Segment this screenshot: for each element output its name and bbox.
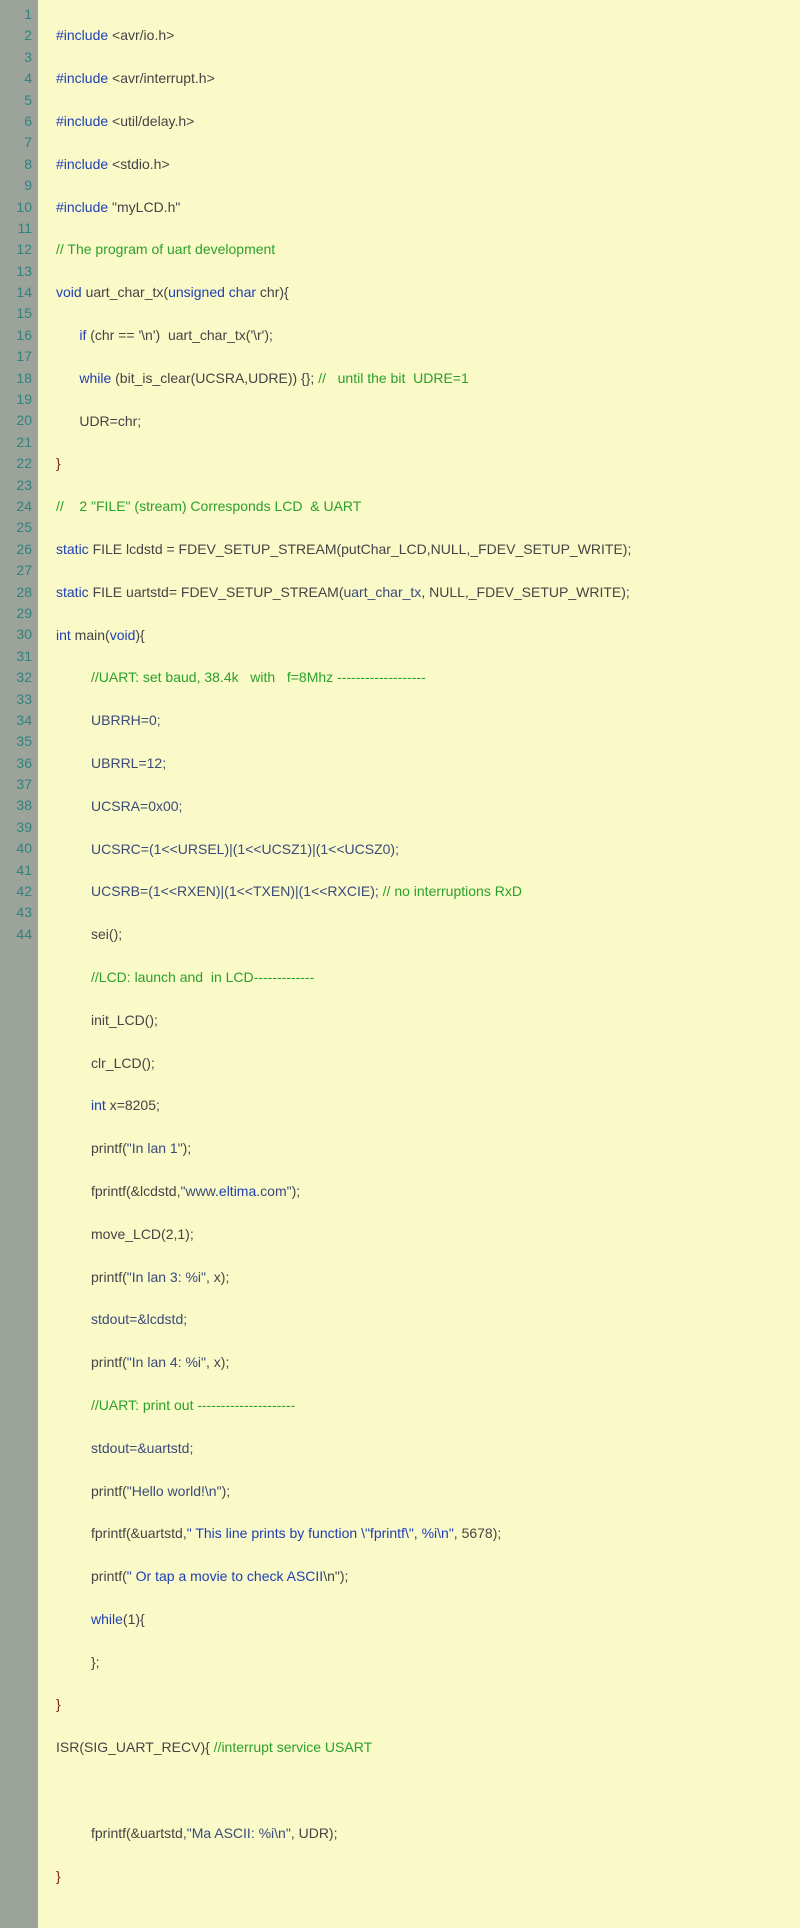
line-number: 20 <box>4 410 32 431</box>
code-line: move_LCD(2,1); <box>56 1224 792 1245</box>
code-line <box>56 1780 792 1801</box>
code-line: while(1){ <box>56 1609 792 1630</box>
code-line: stdout=&uartstd; <box>56 1438 792 1459</box>
line-number: 8 <box>4 154 32 175</box>
code-line: printf("In lan 4: %i", x); <box>56 1352 792 1373</box>
line-number: 22 <box>4 453 32 474</box>
line-number: 43 <box>4 902 32 923</box>
line-number: 34 <box>4 710 32 731</box>
code-line: UDR=chr; <box>56 411 792 432</box>
line-number: 31 <box>4 646 32 667</box>
line-number: 16 <box>4 325 32 346</box>
code-line: fprintf(&uartstd,"Ma ASCII: %i\n", UDR); <box>56 1823 792 1844</box>
code-line: } <box>56 453 792 474</box>
code-line: void uart_char_tx(unsigned char chr){ <box>56 282 792 303</box>
line-number: 33 <box>4 689 32 710</box>
line-number: 19 <box>4 389 32 410</box>
line-number: 41 <box>4 860 32 881</box>
code-line: #include <util/delay.h> <box>56 111 792 132</box>
line-number: 9 <box>4 175 32 196</box>
code-line: UCSRB=(1<<RXEN)|(1<<TXEN)|(1<<RXCIE); //… <box>56 881 792 902</box>
code-line: int main(void){ <box>56 625 792 646</box>
code-line: stdout=&lcdstd; <box>56 1309 792 1330</box>
line-number: 14 <box>4 282 32 303</box>
code-editor: 1234567891011121314151617181920212223242… <box>0 0 800 1928</box>
line-number: 24 <box>4 496 32 517</box>
line-number: 39 <box>4 817 32 838</box>
line-number: 40 <box>4 838 32 859</box>
line-gutter: 1234567891011121314151617181920212223242… <box>0 0 38 1928</box>
code-line: } <box>56 1694 792 1715</box>
code-line: #include <avr/io.h> <box>56 25 792 46</box>
line-number: 3 <box>4 47 32 68</box>
code-line: UBRRH=0; <box>56 710 792 731</box>
line-number: 30 <box>4 624 32 645</box>
code-line: //UART: print out --------------------- <box>56 1395 792 1416</box>
code-line: #include <stdio.h> <box>56 154 792 175</box>
line-number: 42 <box>4 881 32 902</box>
line-number: 10 <box>4 197 32 218</box>
line-number: 17 <box>4 346 32 367</box>
code-line: }; <box>56 1652 792 1673</box>
code-line: printf("In lan 3: %i", x); <box>56 1267 792 1288</box>
line-number: 15 <box>4 303 32 324</box>
code-line: #include <avr/interrupt.h> <box>56 68 792 89</box>
line-number: 36 <box>4 753 32 774</box>
code-area: #include <avr/io.h> #include <avr/interr… <box>38 0 800 1928</box>
code-line: #include "myLCD.h" <box>56 197 792 218</box>
line-number: 6 <box>4 111 32 132</box>
code-line: } <box>56 1866 792 1887</box>
code-line: printf("In lan 1"); <box>56 1138 792 1159</box>
line-number: 38 <box>4 795 32 816</box>
code-line: static FILE lcdstd = FDEV_SETUP_STREAM(p… <box>56 539 792 560</box>
code-line: //UART: set baud, 38.4k with f=8Mhz ----… <box>56 667 792 688</box>
code-line: fprintf(&lcdstd,"www.eltima.com"); <box>56 1181 792 1202</box>
line-number: 32 <box>4 667 32 688</box>
code-line: // 2 "FILE" (stream) Corresponds LCD & U… <box>56 496 792 517</box>
code-line: sei(); <box>56 924 792 945</box>
code-line: clr_LCD(); <box>56 1053 792 1074</box>
line-number: 18 <box>4 368 32 389</box>
code-line: UCSRC=(1<<URSEL)|(1<<UCSZ1)|(1<<UCSZ0); <box>56 839 792 860</box>
line-number: 4 <box>4 68 32 89</box>
code-line: UCSRA=0x00; <box>56 796 792 817</box>
code-line: // The program of uart development <box>56 239 792 260</box>
line-number: 1 <box>4 4 32 25</box>
line-number: 28 <box>4 582 32 603</box>
code-line: static FILE uartstd= FDEV_SETUP_STREAM(u… <box>56 582 792 603</box>
code-line: init_LCD(); <box>56 1010 792 1031</box>
line-number: 26 <box>4 539 32 560</box>
line-number: 5 <box>4 90 32 111</box>
line-number: 35 <box>4 731 32 752</box>
code-line: UBRRL=12; <box>56 753 792 774</box>
line-number: 37 <box>4 774 32 795</box>
code-line: //LCD: launch and in LCD------------- <box>56 967 792 988</box>
code-line: if (chr == '\n') uart_char_tx('\r'); <box>56 325 792 346</box>
code-line: printf(" Or tap a movie to check ASCII\n… <box>56 1566 792 1587</box>
line-number: 7 <box>4 132 32 153</box>
line-number: 12 <box>4 239 32 260</box>
code-line: printf("Hello world!\n"); <box>56 1481 792 1502</box>
line-number: 27 <box>4 560 32 581</box>
line-number: 44 <box>4 924 32 945</box>
line-number: 2 <box>4 25 32 46</box>
code-line: int x=8205; <box>56 1095 792 1116</box>
line-number: 25 <box>4 517 32 538</box>
line-number: 29 <box>4 603 32 624</box>
code-line: while (bit_is_clear(UCSRA,UDRE)) {}; // … <box>56 368 792 389</box>
line-number: 13 <box>4 261 32 282</box>
code-line: fprintf(&uartstd," This line prints by f… <box>56 1523 792 1544</box>
line-number: 21 <box>4 432 32 453</box>
line-number: 23 <box>4 475 32 496</box>
line-number: 11 <box>4 218 32 239</box>
code-line: ISR(SIG_UART_RECV){ //interrupt service … <box>56 1737 792 1758</box>
